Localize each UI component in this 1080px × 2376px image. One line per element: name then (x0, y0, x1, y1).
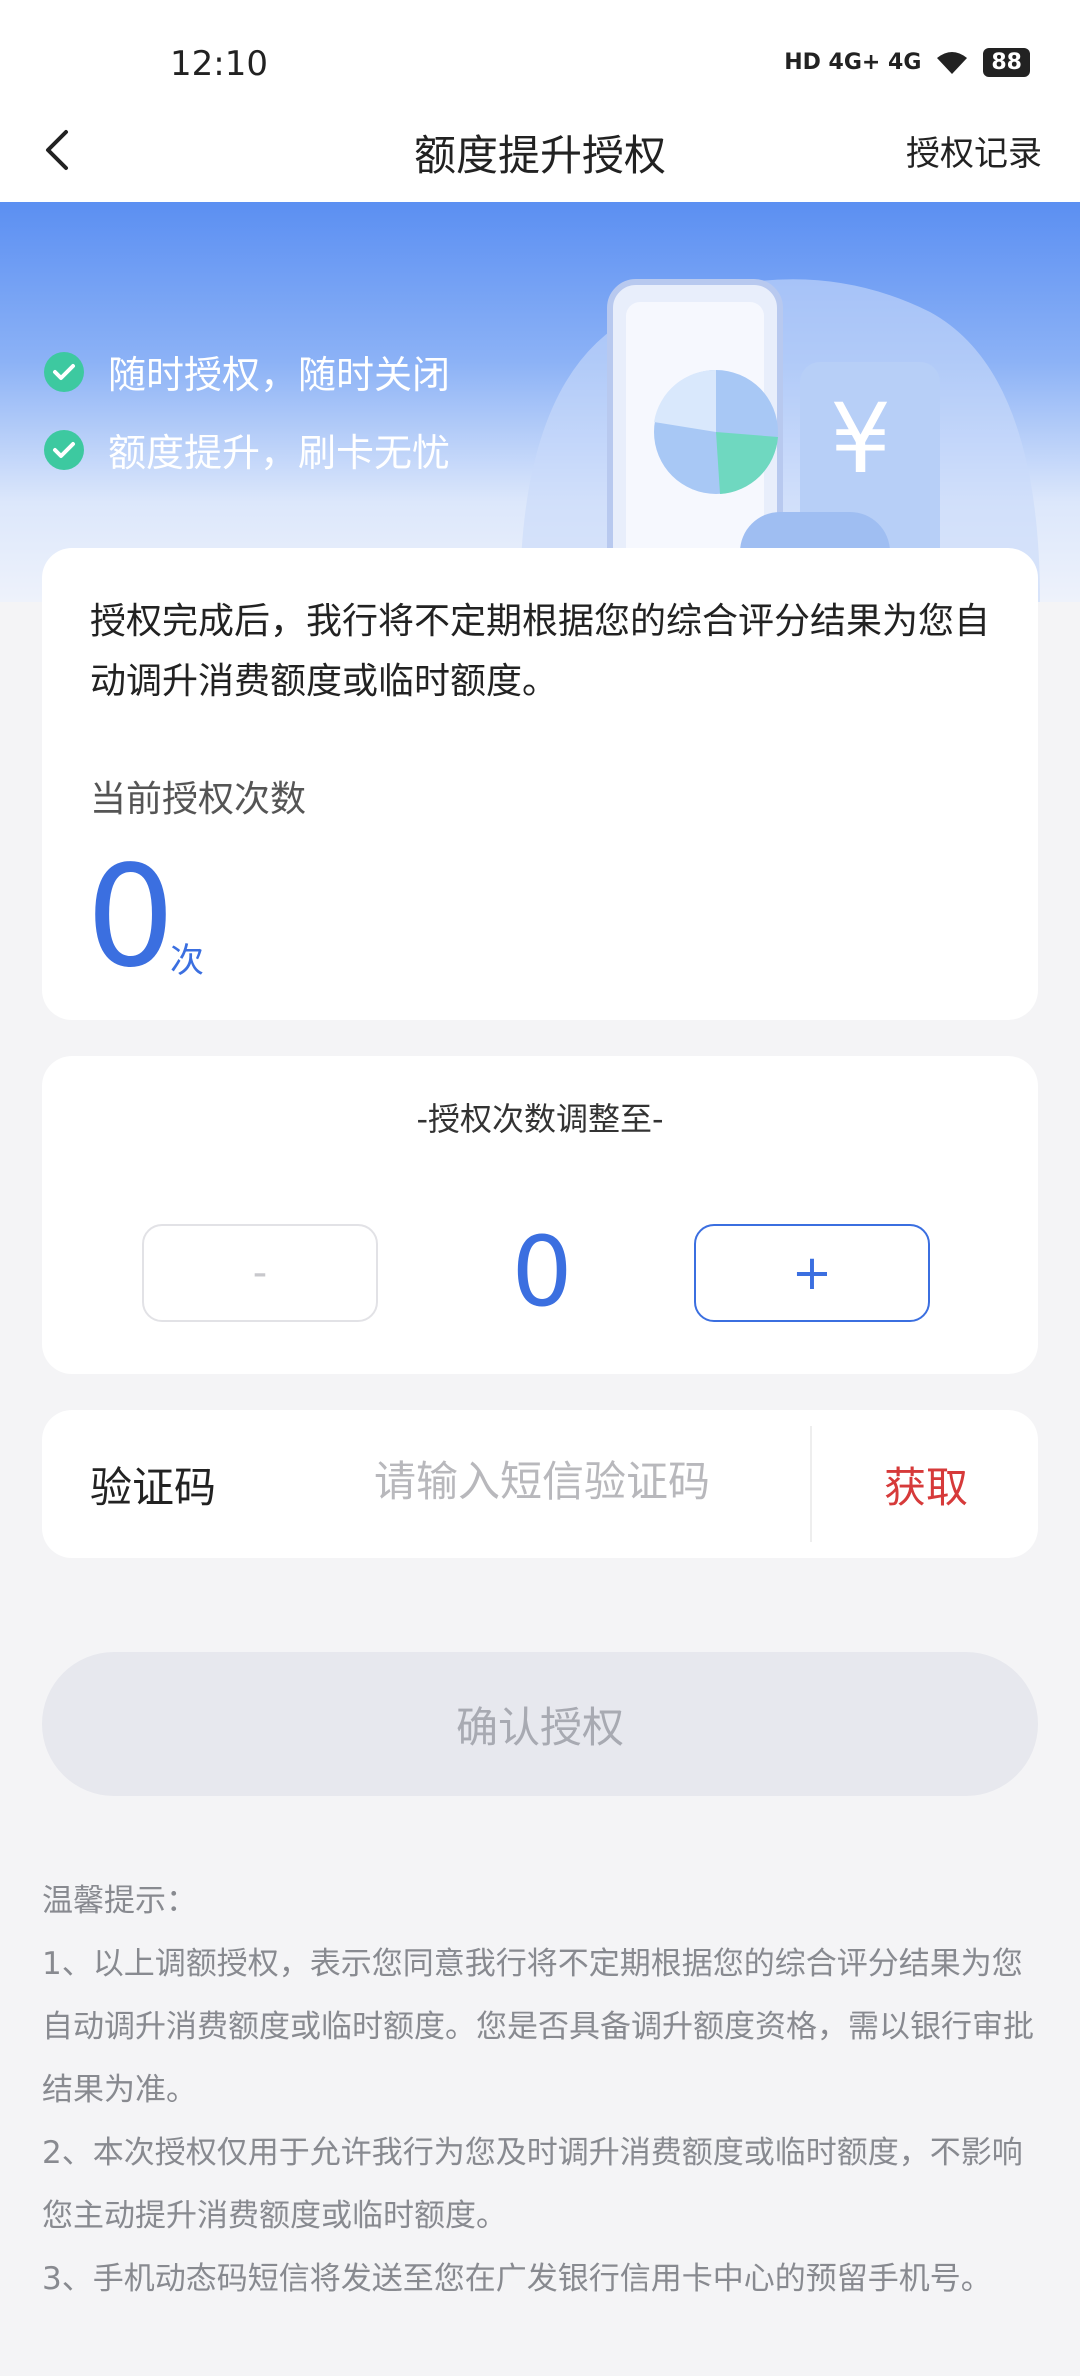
navigation-bar: 额度提升授权 授权记录 (0, 100, 1080, 202)
current-count-label: 当前授权次数 (90, 779, 307, 820)
confirm-authorization-button[interactable]: 确认授权 (42, 1652, 1038, 1796)
tips-title: 温馨提示： (42, 1883, 197, 1919)
tip-item: 3、手机动态码短信将发送至您在广发银行信用卡中心的预留手机号。 (42, 2261, 992, 2297)
system-icons: HD 4G+ 4G 88 (784, 48, 1030, 77)
divider (810, 1426, 812, 1542)
battery-icon: 88 (983, 48, 1030, 77)
hero-banner: 随时授权，随时关闭 额度提升，刷卡无忧 ¥ (0, 202, 1080, 602)
feature-item: 随时授权，随时关闭 (44, 344, 450, 399)
feature-item: 额度提升，刷卡无忧 (44, 422, 450, 477)
wifi-icon (937, 51, 968, 74)
svg-text:¥: ¥ (830, 383, 891, 495)
authorization-info-card: 授权完成后，我行将不定期根据您的综合评分结果为您自动调升消费额度或临时额度。 当… (42, 548, 1038, 1020)
authorization-records-link[interactable]: 授权记录 (906, 126, 1042, 175)
phone-illustration-icon: ¥ (520, 279, 1040, 602)
tip-item: 1、以上调额授权，表示您同意我行将不定期根据您的综合评分结果为您自动调升消费额度… (42, 1946, 1034, 2108)
feature-text: 随时授权，随时关闭 (108, 353, 451, 397)
check-circle-icon (44, 429, 84, 470)
verification-code-input[interactable] (372, 1440, 816, 1522)
network-signal-icon: HD 4G+ 4G (784, 50, 922, 75)
get-code-button[interactable]: 获取 (884, 1454, 968, 1515)
increment-button[interactable]: + (694, 1224, 930, 1322)
feature-text: 额度提升，刷卡无忧 (108, 431, 451, 475)
current-count-unit: 次 (170, 941, 204, 981)
tips-section: 温馨提示： 1、以上调额授权，表示您同意我行将不定期根据您的综合评分结果为您自动… (42, 1870, 1038, 2311)
adjust-title: -授权次数调整至- (416, 1100, 664, 1138)
tip-item: 2、本次授权仅用于允许我行为您及时调升消费额度或临时额度，不影响您主动提升消费额… (42, 2135, 1023, 2234)
adjust-value: 0 (511, 1216, 573, 1328)
adjust-count-card: -授权次数调整至- - 0 + (42, 1056, 1038, 1374)
decrement-button[interactable]: - (142, 1224, 378, 1322)
check-circle-icon (44, 351, 84, 392)
authorization-description: 授权完成后，我行将不定期根据您的综合评分结果为您自动调升消费额度或临时额度。 (90, 601, 991, 702)
status-time: 12:10 (170, 44, 268, 84)
current-count-value: 0 (86, 836, 176, 999)
verification-code-label: 验证码 (90, 1463, 217, 1512)
verification-code-card: 验证码 获取 (42, 1410, 1038, 1558)
